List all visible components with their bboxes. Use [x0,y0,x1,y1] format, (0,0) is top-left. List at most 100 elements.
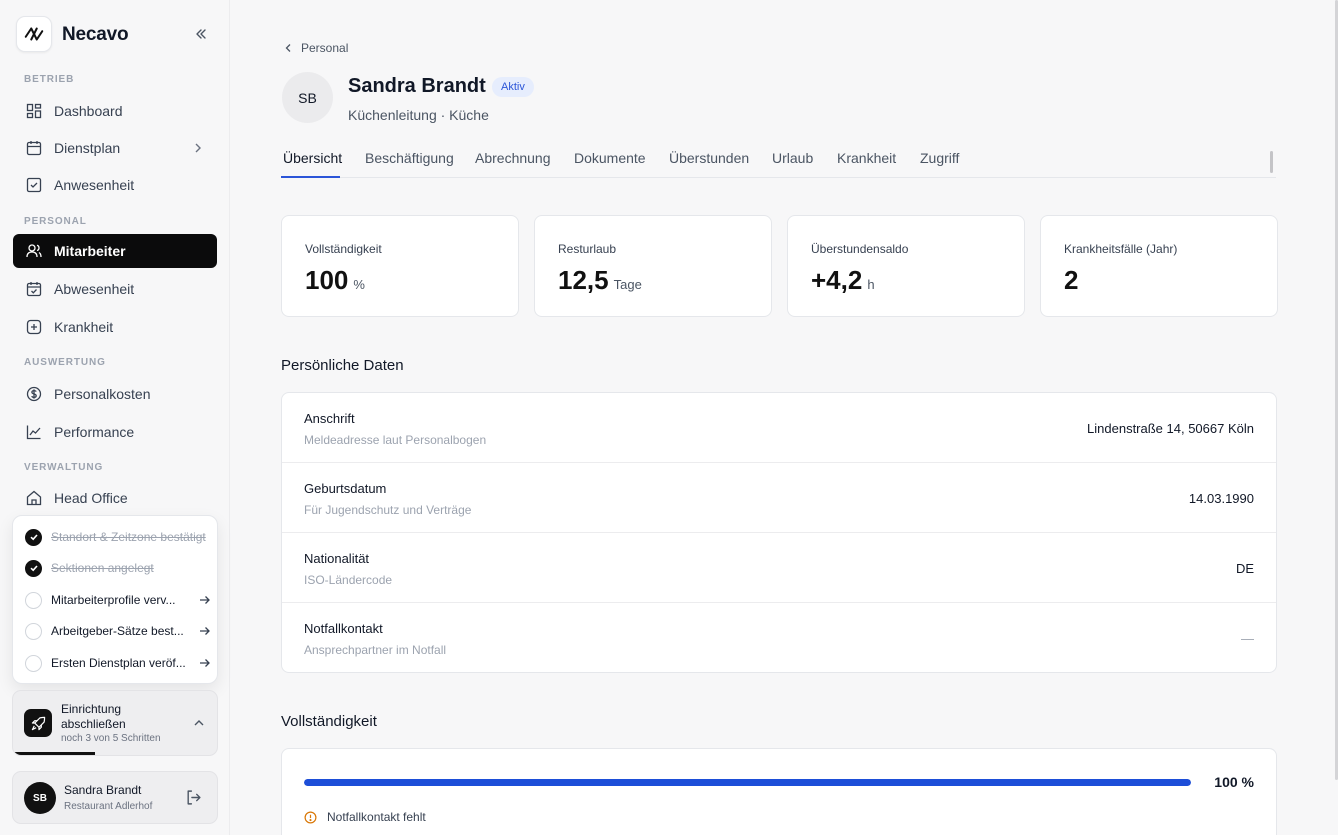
chevron-right-icon [193,141,203,157]
stat-unit: h [867,277,875,292]
stat-value: 100 [305,265,349,295]
tab-urlaub[interactable]: Urlaub [772,150,813,166]
row-value: DE [1235,561,1254,576]
main-content: Personal SB Sandra Brandt Aktiv Küchenle… [231,0,1338,835]
tab-krankheit[interactable]: Krankheit [837,150,896,166]
active-tab-indicator [281,176,340,178]
setup-progress-bar [13,752,217,755]
empty-circle-icon [25,591,42,609]
tab-ueberstunden[interactable]: Überstunden [669,150,749,166]
row-label: Geburtsdatum [304,481,387,496]
app-name: Necavo [62,24,129,45]
section-betrieb: BETRIEB [24,74,75,85]
row-value: — [1241,631,1254,646]
stat-label: Überstundensaldo [811,242,909,256]
stat-unit: % [353,277,365,292]
checklist-item[interactable]: Mitarbeiterprofile verv... [25,589,211,611]
stat-label: Vollständigkeit [305,242,382,256]
sidebar-item-label: Dashboard [54,103,123,119]
sidebar-item-label: Personalkosten [54,386,151,402]
row-description: Meldeadresse laut Personalbogen [304,433,487,447]
status-badge: Aktiv [492,77,534,97]
users-icon [25,243,42,260]
app-logo[interactable] [16,16,52,52]
row-value: 14.03.1990 [1188,491,1254,506]
calendar-icon [25,140,42,157]
tab-dokumente[interactable]: Dokumente [574,150,646,166]
logout-icon[interactable] [185,789,202,811]
rocket-icon [24,709,52,737]
breadcrumb-label: Personal [301,41,349,55]
tab-beschaeftigung[interactable]: Beschäftigung [365,150,454,166]
row-label: Anschrift [304,411,355,426]
check-circle-icon [25,559,42,577]
checklist-item[interactable]: Arbeitgeber-Sätze best... [25,620,211,642]
setup-title: Einrichtung abschließen [61,702,126,731]
checklist-item-label: Standort & Zeitzone bestätigt [51,530,206,544]
profile-avatar: SB [282,72,333,123]
sidebar-item-mitarbeiter[interactable]: Mitarbeiter [13,234,217,268]
sidebar-item-label: Performance [54,424,135,440]
sidebar-item-head-office[interactable]: Head Office [13,481,217,515]
warning-text: Notfallkontakt fehlt [327,810,426,824]
row-description: Für Jugendschutz und Verträge [304,503,472,517]
dollar-circle-icon [25,386,42,403]
sidebar-item-label: Anwesenheit [54,177,135,193]
profile-tabs: Übersicht Beschäftigung Abrechnung Dokum… [281,146,1276,178]
stat-card-resturlaub: Resturlaub 12,5 Tage [534,215,772,317]
sidebar-item-label: Abwesenheit [54,281,135,297]
checklist-item[interactable]: Standort & Zeitzone bestätigt [25,526,211,548]
sidebar-item-dashboard[interactable]: Dashboard [13,94,217,128]
arrow-right-icon [197,595,211,605]
chevron-left-icon [285,44,291,52]
row-value: Lindenstraße 14, 50667 Köln [1087,421,1254,436]
stat-label: Resturlaub [558,242,617,256]
tabs-scrollbar[interactable] [1270,151,1273,173]
chevron-up-icon [193,715,205,733]
setup-progress-fill [13,752,95,755]
completeness-percent: 100 % [1214,774,1254,790]
tab-uebersicht[interactable]: Übersicht [283,150,342,166]
section-verwaltung: VERWALTUNG [24,462,104,473]
checklist-item[interactable]: Sektionen angelegt [25,557,211,579]
collapse-sidebar-button[interactable] [192,25,210,43]
completeness-warning: Notfallkontakt fehlt [304,810,426,824]
empty-circle-icon [25,654,42,672]
empty-circle-icon [25,622,42,640]
sidebar-item-performance[interactable]: Performance [13,415,217,449]
sidebar-item-anwesenheit[interactable]: Anwesenheit [13,168,217,202]
setup-subtitle: noch 3 von 5 Schritten [61,733,161,744]
data-row-anschrift[interactable]: Anschrift Meldeadresse laut Personalboge… [282,393,1276,463]
arrow-right-icon [197,626,211,636]
section-auswertung: AUSWERTUNG [24,357,106,368]
section-personal: PERSONAL [24,216,87,227]
stat-value: 12,5 [558,265,609,295]
sidebar-item-personalkosten[interactable]: Personalkosten [13,377,217,411]
section-title-completeness: Vollständigkeit [281,713,377,730]
data-row-geburtsdatum[interactable]: Geburtsdatum Für Jugendschutz und Verträ… [282,463,1276,533]
sidebar-item-abwesenheit[interactable]: Abwesenheit [13,272,217,306]
row-label: Notfallkontakt [304,621,383,636]
avatar[interactable]: SB [24,782,56,814]
sidebar-item-label: Mitarbeiter [54,243,126,259]
sidebar-item-dienstplan[interactable]: Dienstplan [13,131,217,165]
stat-card-ueberstundensaldo: Überstundensaldo +4,2 h [787,215,1025,317]
breadcrumb[interactable]: Personal [285,41,348,55]
setup-progress-card[interactable]: Einrichtung abschließen noch 3 von 5 Sch… [12,690,218,756]
row-description: Ansprechpartner im Notfall [304,643,447,657]
sidebar-item-label: Head Office [54,490,128,506]
checklist-item[interactable]: Ersten Dienstplan veröf... [25,652,211,674]
user-card: SB Sandra Brandt Restaurant Adlerhof [12,771,218,824]
calendar-check-icon [25,177,42,194]
tab-abrechnung[interactable]: Abrechnung [475,150,551,166]
tab-zugriff[interactable]: Zugriff [920,150,959,166]
sidebar-item-krankheit[interactable]: Krankheit [13,310,217,344]
data-row-nationalitaet[interactable]: Nationalität ISO-Ländercode DE [282,533,1276,603]
line-chart-icon [25,424,42,441]
row-description: ISO-Ländercode [304,573,393,587]
plus-square-icon [25,319,42,336]
data-row-notfallkontakt[interactable]: Notfallkontakt Ansprechpartner im Notfal… [282,603,1276,672]
sidebar-item-label: Krankheit [54,319,114,335]
logo-icon [24,27,44,41]
stat-label: Krankheitsfälle (Jahr) [1064,242,1178,256]
